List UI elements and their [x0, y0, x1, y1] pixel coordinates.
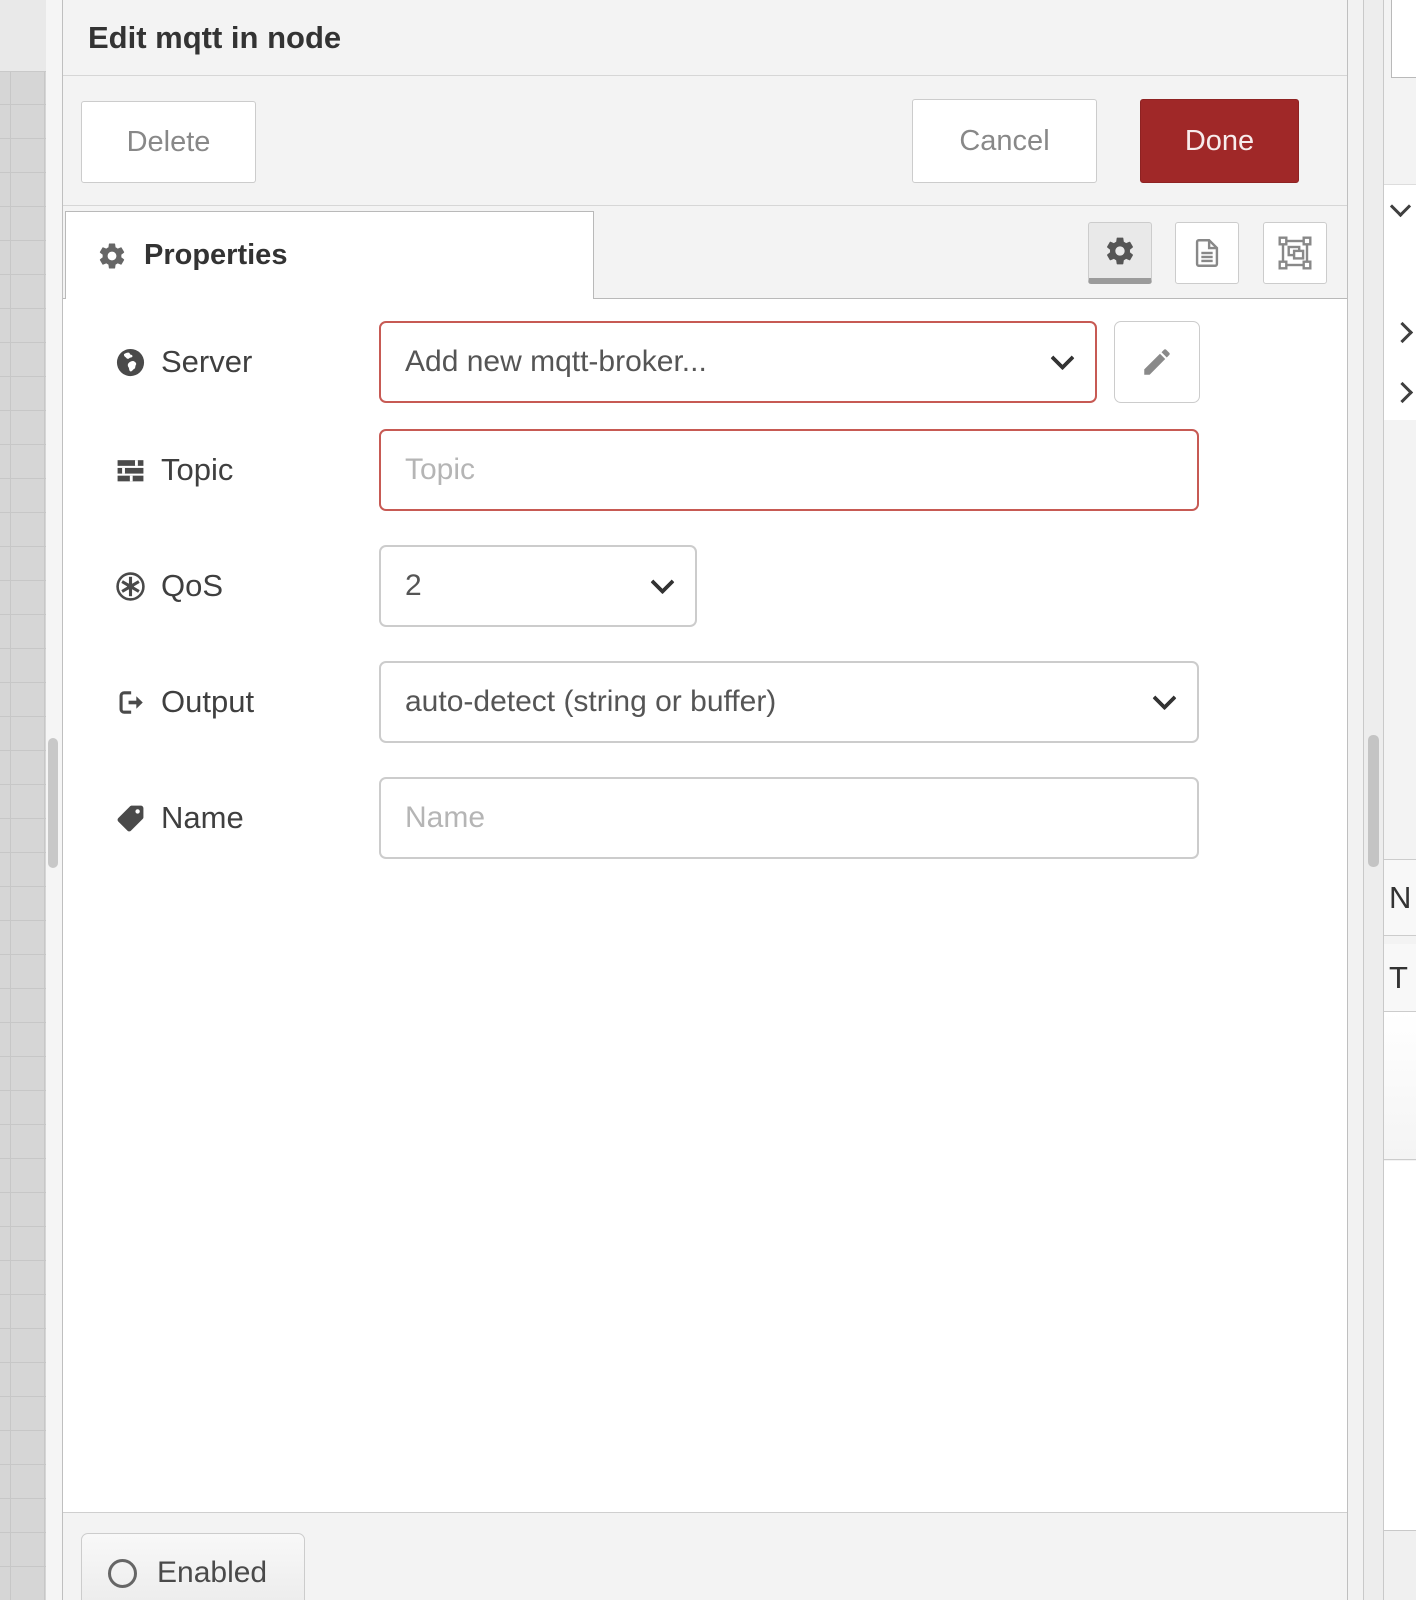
circle-toggle-icon: [108, 1559, 137, 1588]
empire-icon: [115, 571, 146, 602]
tab-properties-label: Properties: [144, 239, 287, 272]
sidebar-scrollbar-thumb[interactable]: [1368, 735, 1379, 867]
canvas-grid: [0, 72, 46, 1600]
delete-button[interactable]: Delete: [81, 101, 256, 183]
server-label: Server: [115, 321, 252, 403]
qos-label-text: QoS: [161, 568, 223, 604]
server-label-text: Server: [161, 344, 252, 380]
qos-select[interactable]: 2: [379, 545, 697, 627]
qos-select-value: 2: [405, 569, 422, 603]
cancel-button[interactable]: Cancel: [912, 99, 1097, 183]
edit-node-dialog: Edit mqtt in node Delete Cancel Done Pro…: [62, 0, 1348, 1600]
dialog-header: Edit mqtt in node: [63, 0, 1347, 76]
name-label-text: Name: [161, 800, 244, 836]
sidebar-section-panel: [1384, 1012, 1416, 1160]
output-select[interactable]: auto-detect (string or buffer): [379, 661, 1199, 743]
sidebar-section-blank: [1384, 1161, 1416, 1530]
tray-resize-handle[interactable]: [48, 738, 58, 868]
topic-label-text: Topic: [161, 452, 233, 488]
chevron-right-icon[interactable]: [1392, 322, 1413, 343]
edit-server-button[interactable]: [1114, 321, 1200, 403]
properties-view-button[interactable]: [1088, 222, 1152, 284]
server-select-value: Add new mqtt-broker...: [405, 345, 707, 379]
chevron-down-icon: [650, 570, 674, 594]
sidebar-row-partial: N: [1384, 859, 1416, 936]
flow-canvas-sliver: [0, 0, 46, 1600]
sidebar-row-text: N: [1389, 880, 1411, 916]
description-icon: [1190, 236, 1224, 270]
pencil-icon: [1140, 345, 1174, 379]
chevron-right-icon[interactable]: [1392, 382, 1413, 403]
topic-label: Topic: [115, 429, 233, 511]
chevron-down-icon: [1050, 346, 1074, 370]
info-sidebar-sliver: N T: [1384, 0, 1416, 1600]
dialog-footer: Enabled: [63, 1512, 1347, 1600]
qos-label: QoS: [115, 545, 223, 627]
properties-form: Server Add new mqtt-broker...: [63, 299, 1347, 1511]
dialog-tab-row: Properties: [63, 206, 1347, 299]
globe-icon: [115, 347, 146, 378]
enabled-toggle-label: Enabled: [157, 1556, 267, 1590]
chevron-down-icon: [1152, 686, 1176, 710]
done-button[interactable]: Done: [1140, 99, 1299, 183]
dialog-buttonbar: Delete Cancel Done: [63, 76, 1347, 206]
sign-out-icon: [115, 687, 146, 718]
sidebar-row-text: T: [1389, 960, 1408, 996]
sidebar-topbox: [1391, 0, 1416, 78]
appearance-button[interactable]: [1263, 222, 1327, 284]
enabled-toggle-button[interactable]: Enabled: [81, 1533, 305, 1600]
sidebar-row-partial: T: [1384, 944, 1416, 1012]
name-label: Name: [115, 777, 244, 859]
name-input[interactable]: [379, 777, 1199, 859]
gear-icon: [97, 241, 127, 271]
tab-properties[interactable]: Properties: [65, 211, 594, 299]
topic-input[interactable]: [379, 429, 1199, 511]
output-label: Output: [115, 661, 254, 743]
chevron-down-icon[interactable]: [1390, 196, 1411, 217]
dialog-title: Edit mqtt in node: [88, 20, 341, 56]
canvas-header-sliver: [0, 0, 46, 72]
output-label-text: Output: [161, 684, 254, 720]
tag-icon: [115, 803, 146, 834]
description-button[interactable]: [1175, 222, 1239, 284]
gear-icon: [1104, 235, 1136, 267]
appearance-icon: [1277, 235, 1313, 271]
sidebar-footer: [1384, 1530, 1416, 1600]
server-select[interactable]: Add new mqtt-broker...: [379, 321, 1097, 403]
sidebar-section-list: [1384, 184, 1416, 420]
sidebar-scrollbar-track[interactable]: [1363, 0, 1384, 1600]
tasks-icon: [115, 455, 146, 486]
output-select-value: auto-detect (string or buffer): [405, 685, 776, 719]
